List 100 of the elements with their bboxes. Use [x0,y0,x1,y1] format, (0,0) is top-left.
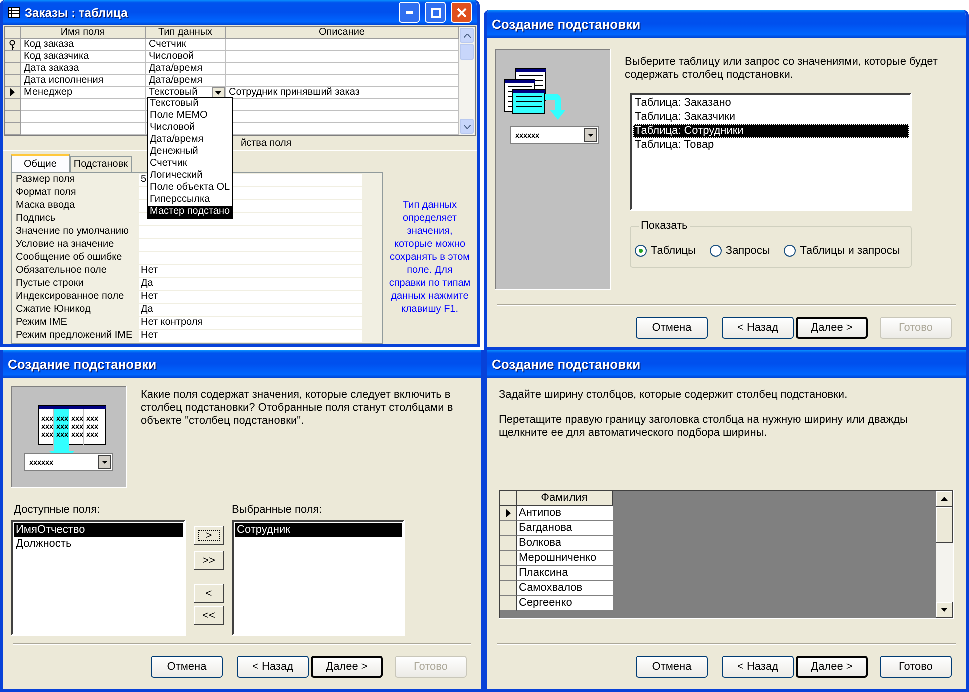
row-selector[interactable] [500,566,517,581]
up-arrow-icon [941,497,948,501]
wizard-button[interactable]: < Назад [237,656,309,678]
prompt-text: Какие поля содержат значения, которые следует включить в столбец подстановки? Отобранные поля станут столбцами в объекте "столбец подстановки". [141,388,454,429]
wizard-button[interactable]: Отмена [636,656,708,678]
list-item[interactable]: Сотрудник [235,523,402,537]
row-selector[interactable] [500,551,517,566]
column-header: Описание [226,27,459,39]
caret-icon [215,90,222,94]
window-title: Создание подстановки [492,356,641,372]
maximize-icon [430,8,440,18]
row-selector[interactable] [5,87,21,99]
list-item[interactable]: ИмяОтчество [14,523,183,537]
available-list[interactable]: ИмяОтчество Должность [11,520,186,636]
table-list[interactable]: Таблица: Заказано Таблица: Заказчики Таблица: Сотрудники Таблица: Товар [630,93,912,211]
property-label: Сообщение об ошибке [16,252,124,264]
list-item[interactable]: Должность [14,537,183,551]
property-field[interactable]: Нет [139,291,362,303]
row-selector[interactable] [500,506,517,521]
dropdown-item[interactable]: Мастер подстано [148,206,232,218]
property-field[interactable]: Нет контроля [139,317,362,329]
radio-option[interactable]: Таблицы и запросы [784,245,900,257]
row-pointer-icon [10,88,15,97]
property-field[interactable] [139,226,362,238]
help-text: Тип данных определяет значения, которые можно сохранять в этом поле. Для справки по типам данных нажмите клавишу F1. [389,199,471,317]
wizard-button[interactable]: Готово [880,656,952,678]
property-label: Режим IME [16,317,68,329]
table-cell: Самохвалов [517,581,613,596]
property-field[interactable]: Нет [139,330,362,342]
property-label: Режим предложений IME [16,330,134,342]
key-icon [9,40,16,50]
property-label: Индексированное поле [16,291,126,303]
column-header: Тип данных [146,27,226,39]
row-selector[interactable] [500,596,517,611]
row-selector[interactable] [500,521,517,536]
table-cell: Менеджер [21,87,146,99]
table-cell: Дата заказа [21,63,146,75]
list-item[interactable]: Таблица: Товар [633,138,909,152]
table-cell: Волкова [517,536,613,551]
selected-list[interactable]: Сотрудник [232,520,405,636]
list-label: Выбранные поля: [232,504,322,516]
property-field[interactable]: Да [139,304,362,316]
move-button[interactable]: >> [194,551,224,570]
scroll-thumb[interactable] [460,44,474,60]
wizard-button[interactable]: Далее > [311,656,383,678]
property-label: Пустые строки [16,278,85,290]
table-cell: Дата/время [146,63,226,75]
move-button[interactable]: < [194,584,224,603]
wizard-button[interactable]: < Назад [722,317,794,339]
property-label: Подпись [16,213,57,225]
row-selector [5,27,21,39]
wizard-button[interactable]: Отмена [151,656,223,678]
table-cell: Плаксина [517,566,613,581]
dropdown-button[interactable] [212,87,225,98]
property-label: Размер поля [16,174,76,186]
table-cell: Багданова [517,521,613,536]
move-button[interactable]: > [194,526,224,545]
property-field[interactable]: Да [139,278,362,290]
maximize-button[interactable] [425,2,446,23]
list-item[interactable]: Таблица: Заказчики [633,110,909,124]
column-header[interactable]: Фамилия [517,491,613,506]
tab[interactable]: Общие [11,154,70,172]
property-label: Значение по умолчанию [16,226,130,238]
wizard-button[interactable]: Далее > [796,317,868,339]
property-label: Маска ввода [16,200,76,212]
row-selector[interactable] [500,536,517,551]
wizard-button[interactable]: Отмена [636,317,708,339]
minimize-button[interactable] [399,2,420,23]
radio-option[interactable]: Таблицы [635,245,696,257]
move-button[interactable]: << [194,606,224,625]
instruction-text: Перетащите правую границу заголовка столбца на нужную ширину или дважды щелкните ее для автоматического подбора ширины. [499,414,909,440]
minimize-icon [406,11,413,14]
wizard-button[interactable]: < Назад [722,656,794,678]
property-field[interactable] [139,239,362,251]
list-item[interactable]: Таблица: Заказано [633,96,909,110]
scrollbar[interactable] [459,27,475,135]
property-field[interactable]: Нет [139,265,362,277]
tab[interactable]: Подстановк [70,156,132,172]
caret-icon [941,608,948,612]
table-cell: Числовой [146,51,226,63]
table-icon [8,7,20,18]
table-cell: Мерошниченко [517,551,613,566]
list-label: Доступные поля: [14,504,102,516]
row-selector[interactable] [5,39,21,51]
row-selector[interactable] [500,581,517,596]
instruction-text: Задайте ширину столбцов, которые содержит столбец подстановки. [499,389,849,402]
property-field[interactable] [139,252,362,264]
prompt-text: Выберите таблицу или запрос со значениями, которые будет содержать столбец подстановки. [625,56,939,82]
property-label: Условие на значение [16,239,116,251]
section-caption: йства поля [241,138,292,148]
table-cell: Код заказа [21,39,146,51]
close-icon [456,8,466,18]
property-label: Формат поля [16,187,78,199]
wizard-button[interactable]: Далее > [796,656,868,678]
radio-option[interactable]: Запросы [710,245,770,257]
table-cell: Дата исполнения [21,75,146,87]
table-cell: Антипов [517,506,613,521]
property-label: Сжатие Юникод [16,304,92,316]
list-item[interactable]: Таблица: Сотрудники [633,124,909,138]
close-button[interactable] [451,2,472,23]
